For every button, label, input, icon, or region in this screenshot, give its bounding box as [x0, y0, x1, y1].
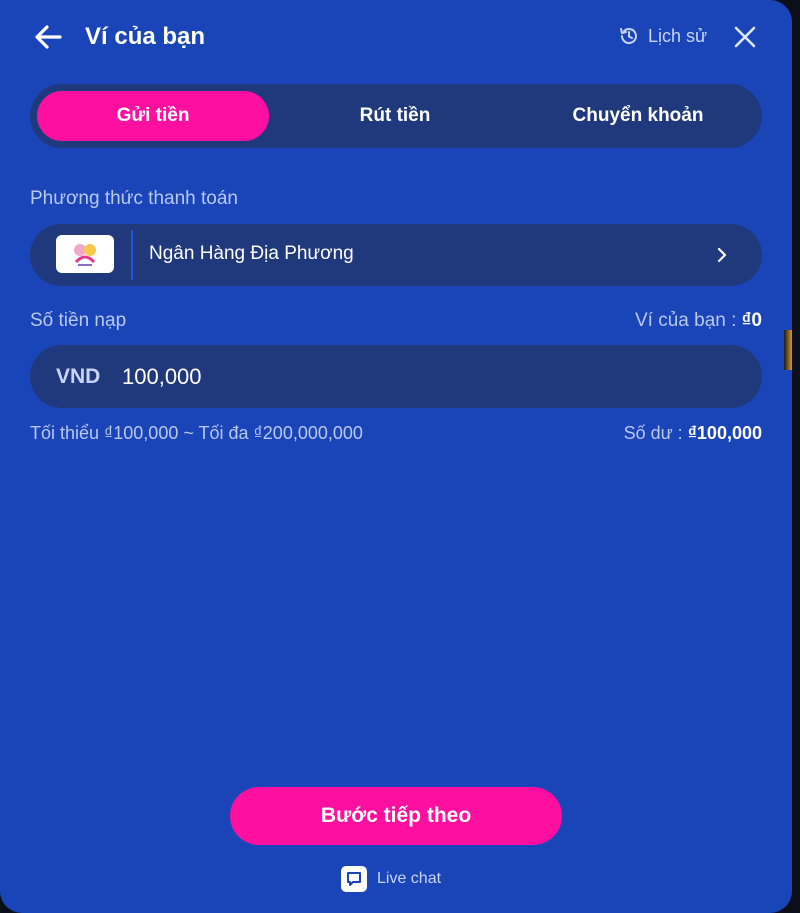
history-label: Lịch sử	[648, 25, 708, 46]
back-button[interactable]	[30, 22, 66, 52]
history-button[interactable]: Lịch sử	[618, 25, 707, 47]
bank-logo	[56, 235, 114, 273]
wallet-balance: Ví của bạn : ₫0	[635, 310, 762, 332]
amount-limits: Tối thiểu ₫100,000 ~ Tối đa ₫200,000,000	[30, 423, 363, 443]
wallet-balance-label: Ví của bạn :	[634, 310, 737, 331]
modal-header: Ví của bạn Lịch sử	[0, 0, 792, 76]
wallet-modal: Ví của bạn Lịch sử Gửi tiền Rút tiền Chu…	[0, 0, 792, 913]
wallet-tabs: Gửi tiền Rút tiền Chuyển khoản	[30, 84, 762, 148]
payment-method-name: Ngân Hàng Địa Phương	[149, 243, 354, 264]
close-icon	[734, 26, 756, 48]
balance-value: ₫100,000	[687, 423, 762, 443]
amount-value[interactable]: 100,000	[122, 364, 202, 390]
edge-decoration	[784, 330, 792, 370]
deposit-amount-label: Số tiền nạp	[30, 310, 127, 331]
tab-deposit[interactable]: Gửi tiền	[37, 91, 269, 141]
arrow-left-icon	[35, 25, 62, 49]
payment-method-selector[interactable]: Ngân Hàng Địa Phương	[30, 224, 762, 286]
live-chat-label: Live chat	[377, 870, 442, 887]
chevron-right-icon	[717, 247, 727, 263]
chat-icon	[341, 866, 367, 892]
balance-label: Số dư :	[623, 423, 683, 443]
close-button[interactable]	[733, 25, 757, 49]
next-step-button[interactable]: Bước tiếp theo	[230, 787, 562, 845]
amount-input[interactable]: VND 100,000	[30, 345, 762, 408]
wallet-balance-value: ₫0	[741, 310, 762, 331]
history-icon	[620, 28, 637, 44]
method-divider	[131, 230, 133, 280]
page-title: Ví của bạn	[85, 23, 206, 50]
tab-transfer[interactable]: Chuyển khoản	[522, 91, 754, 141]
currency-label: VND	[56, 365, 101, 388]
payment-method-label: Phương thức thanh toán	[30, 188, 238, 209]
balance-info: Số dư : ₫100,000	[624, 423, 762, 444]
tab-withdraw[interactable]: Rút tiền	[279, 91, 511, 141]
live-chat-link[interactable]: Live chat	[341, 866, 441, 892]
